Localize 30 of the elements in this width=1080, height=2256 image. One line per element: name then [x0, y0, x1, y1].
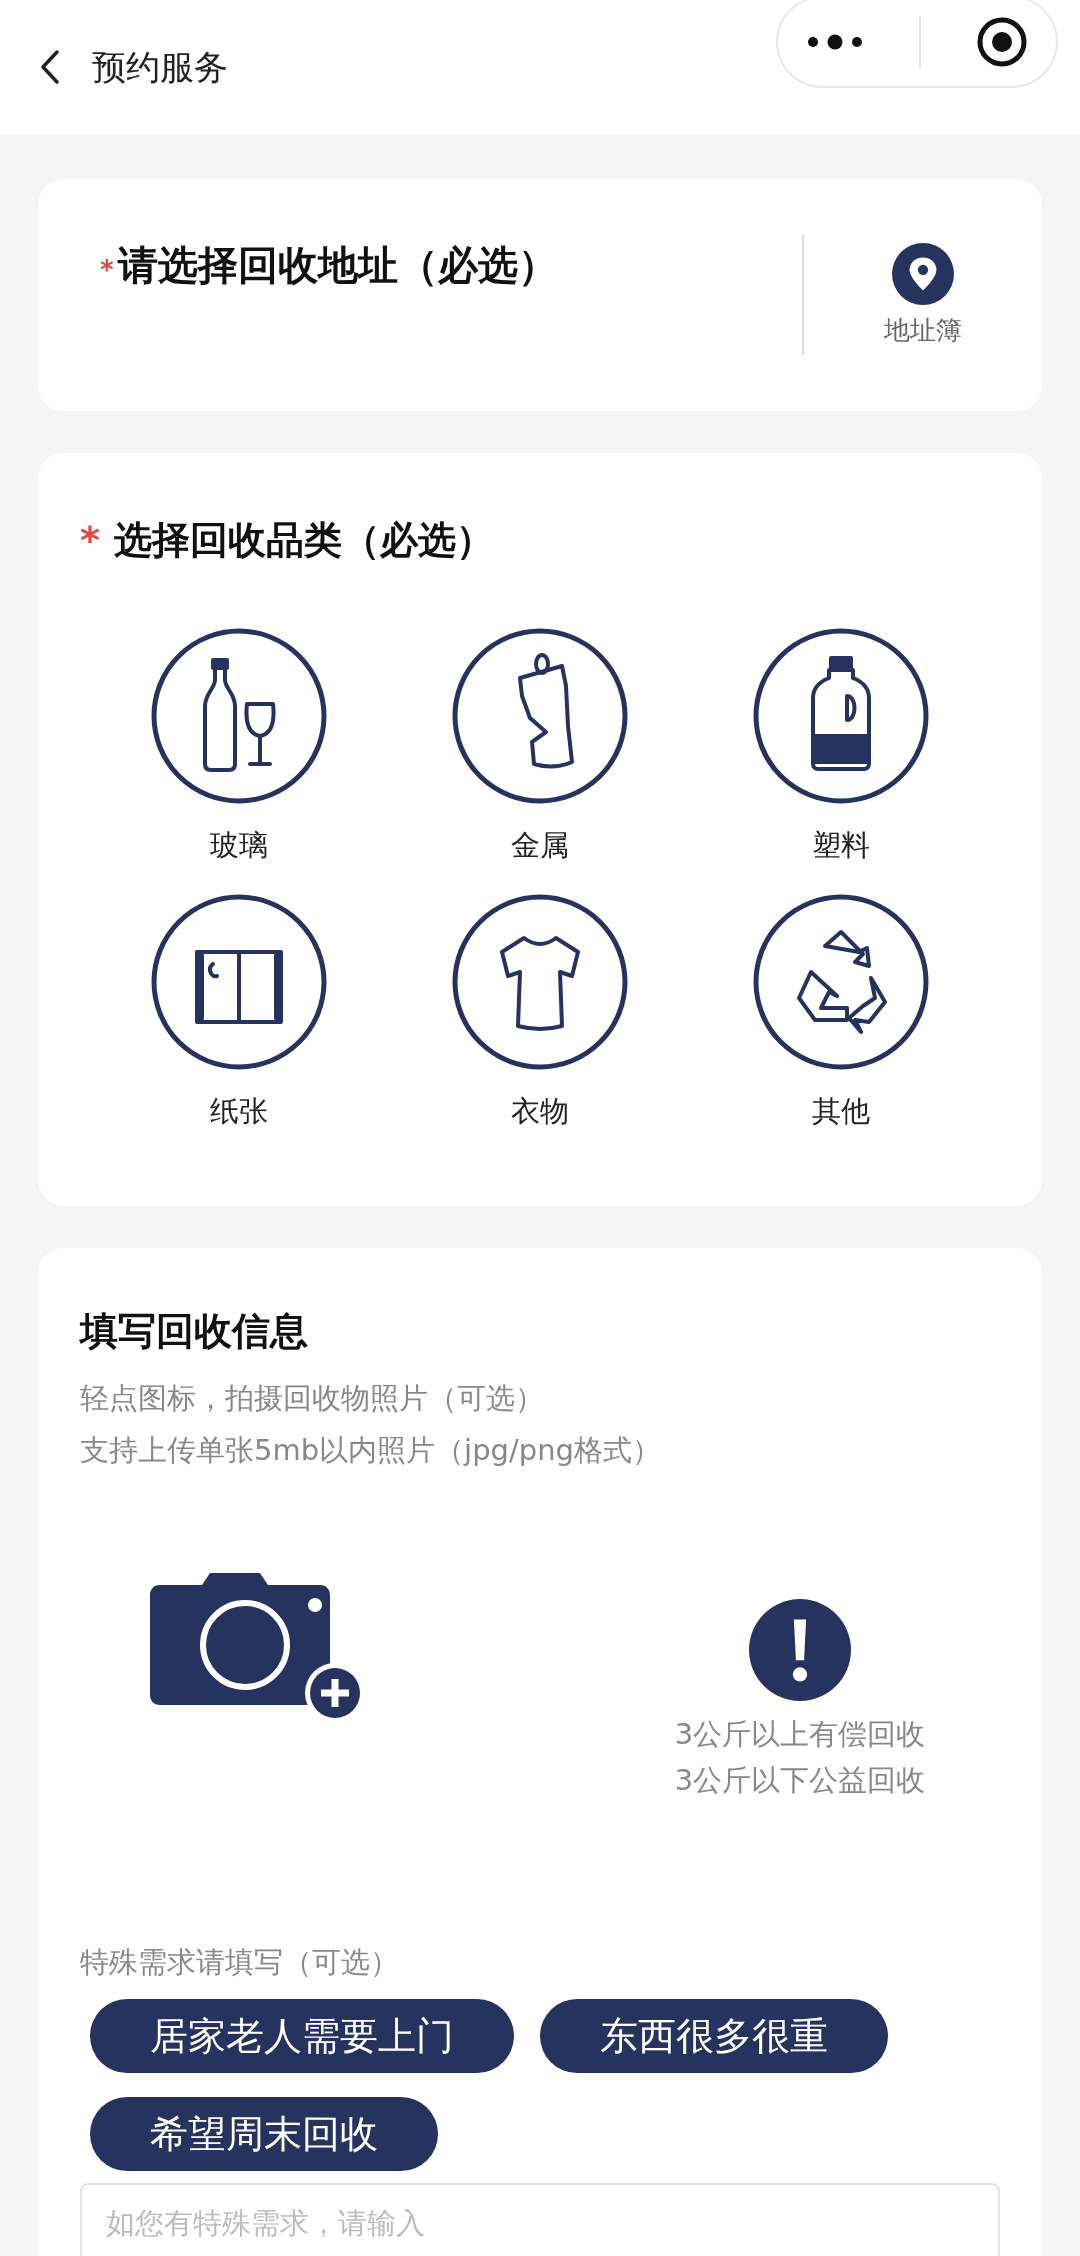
- address-book-label[interactable]: 地址簿: [884, 312, 962, 348]
- category-label: 纸张: [209, 1093, 268, 1130]
- notice-text: 3公斤以上有偿回收: [674, 1716, 926, 1753]
- section-title: 填写回收信息: [80, 1308, 309, 1355]
- required-mark: *: [100, 254, 114, 285]
- shirt-icon[interactable]: [450, 892, 630, 1072]
- category-label: 衣物: [511, 1093, 569, 1130]
- special-request-label: 特殊需求请填写（可选）: [80, 1944, 400, 1981]
- quick-request-chip[interactable]: 居家老人需要上门: [90, 1999, 514, 2073]
- close-icon[interactable]: [975, 15, 1029, 69]
- back-icon[interactable]: [40, 48, 60, 85]
- category-label: 金属: [511, 827, 569, 864]
- location-pin-icon[interactable]: [892, 242, 954, 305]
- quick-request-chip[interactable]: 东西很多很重: [540, 1999, 888, 2073]
- more-icon[interactable]: [805, 32, 865, 52]
- category-label: 玻璃: [209, 827, 268, 864]
- quick-request-chip[interactable]: 希望周末回收: [90, 2097, 438, 2171]
- address-card[interactable]: *请选择回收地址（必选） 地址簿: [38, 179, 1042, 411]
- address-prompt: 请选择回收地址（必选）: [117, 240, 558, 290]
- hint-text: 轻点图标，拍摄回收物照片（可选）: [80, 1380, 545, 1417]
- special-request-field[interactable]: 如您有特殊需求，请输入: [80, 2183, 1000, 2256]
- section-title: 选择回收品类（必选）: [113, 517, 494, 564]
- exclamation-icon: [749, 1599, 851, 1701]
- hint-text: 支持上传单张5mb以内照片（jpg/png格式）: [80, 1432, 662, 1469]
- category-label: 塑料: [812, 827, 871, 864]
- page-title: 预约服务: [92, 45, 228, 89]
- notice-text: 3公斤以下公益回收: [674, 1762, 926, 1799]
- category-label: 其他: [812, 1093, 871, 1130]
- required-mark: *: [80, 518, 100, 562]
- crushed-can-icon[interactable]: [450, 626, 630, 806]
